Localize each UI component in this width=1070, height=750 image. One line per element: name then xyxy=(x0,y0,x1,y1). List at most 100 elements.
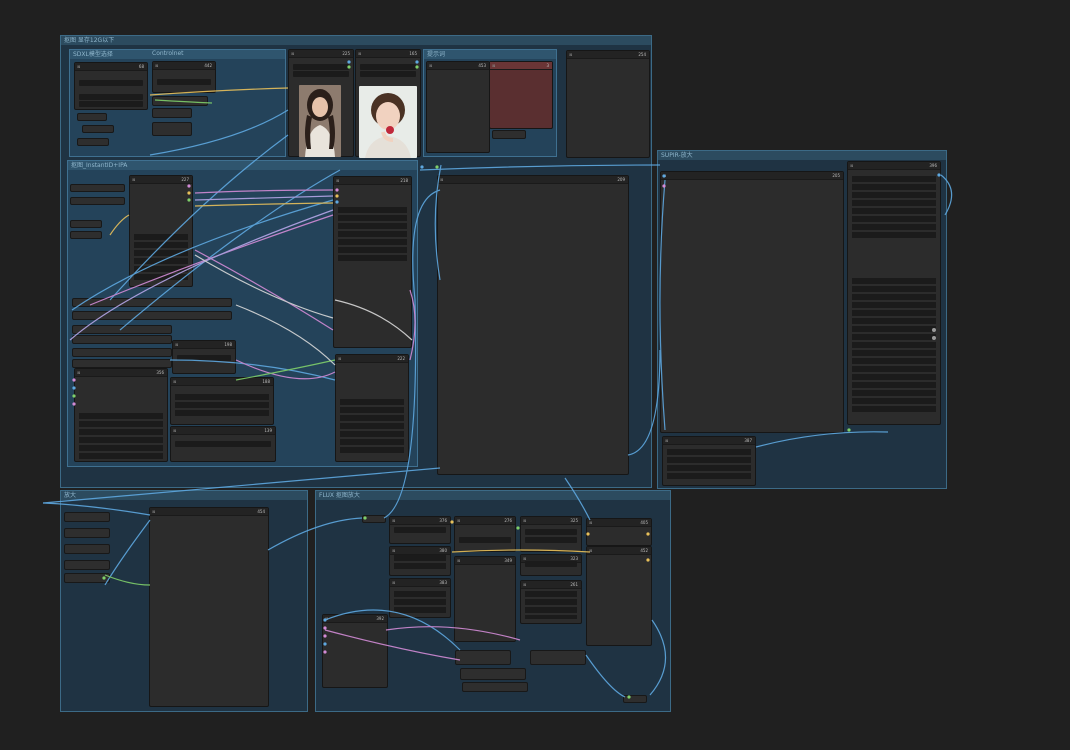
widget[interactable] xyxy=(394,527,446,533)
widget-list[interactable] xyxy=(852,176,936,240)
node-ksampler-bottom[interactable]: ⊠ 222 xyxy=(335,354,409,462)
group-flux-titlebar[interactable] xyxy=(316,491,670,500)
reroute-node[interactable] xyxy=(362,515,386,523)
node-id: 405 xyxy=(640,520,648,525)
node-flux-3[interactable]: ⊠ 325 xyxy=(520,516,582,552)
upscale-param-node[interactable] xyxy=(64,512,110,522)
param-node[interactable] xyxy=(70,197,125,205)
widget[interactable] xyxy=(79,94,143,100)
upscale-param-node[interactable] xyxy=(64,560,110,570)
flux-small-node[interactable] xyxy=(455,650,511,665)
node-flux-11[interactable]: ⊠ 392 xyxy=(322,614,388,688)
node-flux-6[interactable]: ⊠ 380 xyxy=(389,546,451,576)
node-preview-right[interactable]: ⊠ 254 xyxy=(566,50,650,158)
portrait-image-icon xyxy=(299,85,341,157)
widget-list[interactable] xyxy=(79,413,163,459)
group-upscale-titlebar[interactable] xyxy=(61,491,307,500)
flux-small-node[interactable] xyxy=(530,650,586,665)
portrait-image-icon xyxy=(359,86,417,158)
widget[interactable] xyxy=(175,441,271,447)
widget-list[interactable] xyxy=(394,555,446,569)
node-sampler-small[interactable]: ⊠ 198 xyxy=(172,340,236,374)
parameter-row-node[interactable] xyxy=(72,298,232,307)
reroute-node[interactable] xyxy=(77,113,107,121)
param-node[interactable] xyxy=(70,231,102,239)
widget[interactable] xyxy=(157,79,211,85)
flux-small-node[interactable] xyxy=(460,668,526,680)
reroute-node[interactable] xyxy=(82,125,114,133)
node-flux-9[interactable]: ⊠ 383 xyxy=(389,578,451,618)
node-supir-preview[interactable]: ⊠ 205 xyxy=(660,171,844,433)
reroute-node[interactable] xyxy=(492,130,526,139)
node-load-image-2[interactable]: ⊠ 165 xyxy=(355,49,421,158)
node-flux-1[interactable]: ⊠ 376 xyxy=(389,516,451,544)
node-ipadapter[interactable]: ⊠ 356 xyxy=(74,368,168,462)
node-flux-7[interactable]: ⊠ 349 xyxy=(454,556,516,642)
parameter-row-node[interactable] xyxy=(72,348,172,357)
parameter-row-node[interactable] xyxy=(72,335,172,344)
preview-image-woman-strawberry xyxy=(359,86,417,158)
flux-small-node[interactable] xyxy=(462,682,528,692)
widget[interactable] xyxy=(293,71,349,77)
node-controlnet-loader[interactable]: ⊠ 442 xyxy=(152,61,216,93)
node-flux-8[interactable]: ⊠ 323 xyxy=(520,554,582,576)
node-supir-encode[interactable]: ⊠ 387 xyxy=(662,436,756,486)
widget[interactable] xyxy=(360,71,416,77)
parameter-row-node[interactable] xyxy=(72,311,232,320)
upscale-param-node[interactable] xyxy=(64,544,110,554)
node-ksampler-top[interactable]: ⊠ 218 xyxy=(333,176,412,348)
reroute-node[interactable] xyxy=(623,695,647,703)
node-supir-sampler[interactable]: ⊠ 396 xyxy=(847,161,941,425)
toggle-dot[interactable] xyxy=(932,328,936,332)
toggle-dot[interactable] xyxy=(932,336,936,340)
group-main-titlebar[interactable] xyxy=(61,36,651,45)
node-id: 68 xyxy=(138,64,144,69)
widget[interactable] xyxy=(177,355,231,361)
node-flux-5[interactable]: ⊠ 452 xyxy=(586,546,652,646)
parameter-row-node[interactable] xyxy=(72,325,172,334)
widget-list[interactable] xyxy=(667,449,751,479)
node-checkpoint-loader[interactable]: ⊠ 68 xyxy=(74,62,148,110)
widget[interactable] xyxy=(79,101,143,107)
widget-list[interactable] xyxy=(338,207,407,263)
param-node[interactable] xyxy=(70,184,125,192)
parameter-row-node[interactable] xyxy=(72,359,172,368)
widget[interactable] xyxy=(459,537,511,543)
controlnet-apply-node[interactable] xyxy=(152,108,192,118)
widget[interactable] xyxy=(79,80,143,86)
controlnet-apply-node[interactable] xyxy=(152,96,208,106)
group-supir-titlebar[interactable] xyxy=(658,151,946,160)
reroute-node[interactable] xyxy=(77,138,109,146)
group-flux-title: FLUX 抠图放大 xyxy=(319,492,360,499)
node-id: 222 xyxy=(397,356,405,361)
node-flux-2[interactable]: ⊠ 276 xyxy=(454,516,516,552)
node-id: 376 xyxy=(439,518,447,523)
node-load-image-1[interactable]: ⊠ 225 xyxy=(288,49,354,157)
node-instantid-model[interactable]: ⊠ 227 xyxy=(129,175,193,287)
node-prompt-colored[interactable]: ⊠ 3 xyxy=(489,61,553,129)
upscale-param-node[interactable] xyxy=(64,528,110,538)
node-prompt-text[interactable]: ⊠ 453 xyxy=(426,61,490,153)
widget-list[interactable] xyxy=(134,234,188,282)
widget[interactable] xyxy=(525,561,577,567)
node-flux-4[interactable]: ⊠ 405 xyxy=(586,518,652,546)
param-node[interactable] xyxy=(70,220,102,228)
widget-list[interactable] xyxy=(394,591,446,613)
widget[interactable] xyxy=(293,64,349,70)
widget[interactable] xyxy=(525,537,577,543)
widget[interactable] xyxy=(360,64,416,70)
widget-list[interactable] xyxy=(525,591,577,619)
widget-list[interactable] xyxy=(852,278,936,414)
controlnet-apply-node[interactable] xyxy=(152,122,192,136)
widget[interactable] xyxy=(525,529,577,535)
node-conditioning-2[interactable]: ⊠ 139 xyxy=(170,426,276,462)
node-image-preview-large[interactable]: ⊠ 209 xyxy=(437,175,629,475)
node-conditioning-1[interactable]: ⊠ 188 xyxy=(170,377,274,425)
node-graph-canvas[interactable]: 抠图 显存12G以下 SDXL模型选择 Controlnet 提示词 抠图_In… xyxy=(0,0,1070,750)
node-upscale-preview[interactable]: ⊠ 454 xyxy=(149,507,269,707)
upscale-param-node[interactable] xyxy=(64,573,110,583)
widget-list[interactable] xyxy=(340,399,404,455)
node-flux-10[interactable]: ⊠ 261 xyxy=(520,580,582,624)
widget-list[interactable] xyxy=(175,394,269,416)
group-main-title: 抠图 显存12G以下 xyxy=(64,37,115,44)
